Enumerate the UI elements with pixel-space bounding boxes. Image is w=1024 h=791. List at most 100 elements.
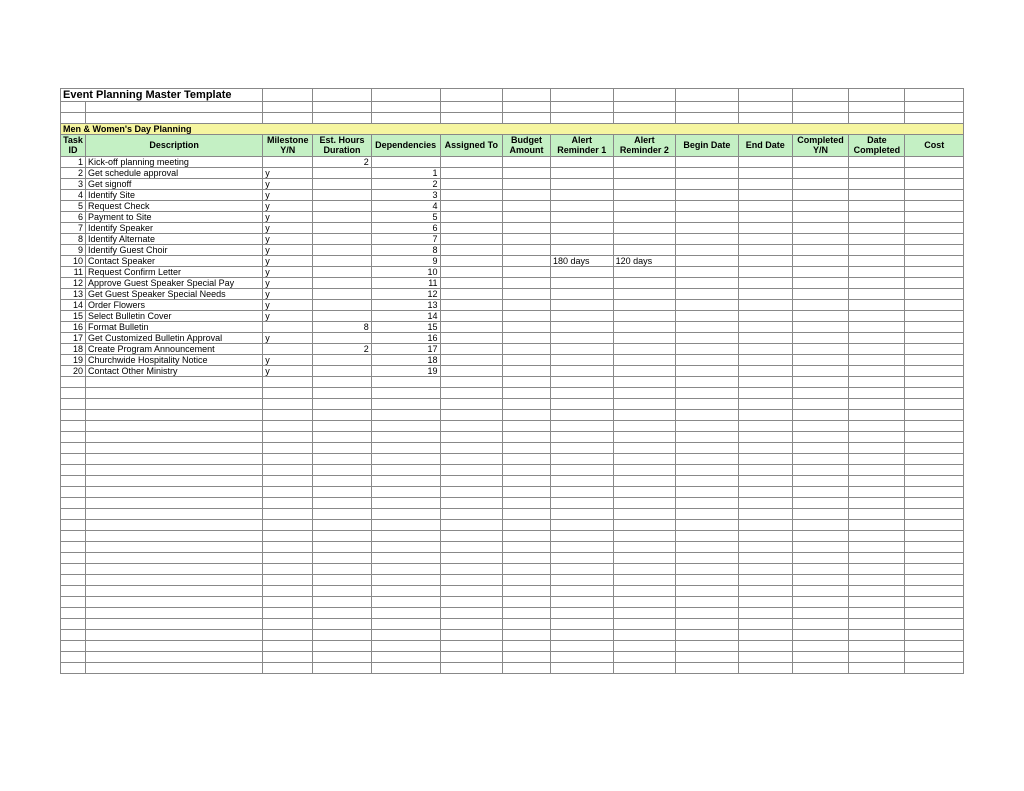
alert-1[interactable]	[551, 355, 614, 366]
cell[interactable]	[792, 619, 848, 630]
alert-2[interactable]	[613, 311, 676, 322]
cell[interactable]	[738, 509, 792, 520]
cell[interactable]	[676, 388, 739, 399]
cell[interactable]	[371, 608, 440, 619]
cell[interactable]	[61, 531, 86, 542]
cell[interactable]	[86, 443, 263, 454]
assigned-to[interactable]	[440, 234, 503, 245]
cell[interactable]	[263, 641, 313, 652]
assigned-to[interactable]	[440, 245, 503, 256]
dependencies[interactable]: 15	[371, 322, 440, 333]
col-header-end[interactable]: End Date	[738, 135, 792, 157]
cell[interactable]	[738, 608, 792, 619]
cost[interactable]	[905, 157, 964, 168]
cell[interactable]	[371, 102, 440, 113]
cell[interactable]	[440, 575, 503, 586]
assigned-to[interactable]	[440, 355, 503, 366]
cell[interactable]	[313, 520, 371, 531]
cell[interactable]	[61, 377, 86, 388]
alert-2[interactable]	[613, 212, 676, 223]
cell[interactable]	[313, 553, 371, 564]
cell[interactable]	[263, 531, 313, 542]
cell[interactable]	[905, 377, 964, 388]
cost[interactable]	[905, 234, 964, 245]
cell[interactable]	[61, 652, 86, 663]
cell[interactable]	[792, 608, 848, 619]
title-cell[interactable]: Event Planning Master Template	[61, 89, 263, 102]
end-date[interactable]	[738, 344, 792, 355]
cell[interactable]	[849, 608, 905, 619]
cell[interactable]	[613, 597, 676, 608]
cell[interactable]	[61, 388, 86, 399]
cell[interactable]	[440, 608, 503, 619]
cell[interactable]	[263, 399, 313, 410]
task-desc[interactable]: Get schedule approval	[86, 168, 263, 179]
cell[interactable]	[792, 630, 848, 641]
alert-1[interactable]: 180 days	[551, 256, 614, 267]
begin-date[interactable]	[676, 168, 739, 179]
alert-1[interactable]	[551, 223, 614, 234]
task-desc[interactable]: Identify Speaker	[86, 223, 263, 234]
cell[interactable]	[613, 542, 676, 553]
cell[interactable]	[613, 465, 676, 476]
cell[interactable]	[676, 619, 739, 630]
cost[interactable]	[905, 201, 964, 212]
task-desc[interactable]: Contact Speaker	[86, 256, 263, 267]
date-completed[interactable]	[849, 223, 905, 234]
completed[interactable]	[792, 234, 848, 245]
begin-date[interactable]	[676, 278, 739, 289]
alert-1[interactable]	[551, 344, 614, 355]
task-id[interactable]: 19	[61, 355, 86, 366]
cell[interactable]	[61, 399, 86, 410]
cell[interactable]	[440, 619, 503, 630]
cell[interactable]	[371, 89, 440, 102]
cost[interactable]	[905, 245, 964, 256]
milestone[interactable]: y	[263, 212, 313, 223]
budget[interactable]	[503, 322, 551, 333]
dependencies[interactable]: 16	[371, 333, 440, 344]
cell[interactable]	[371, 553, 440, 564]
task-id[interactable]: 9	[61, 245, 86, 256]
dependencies[interactable]: 2	[371, 179, 440, 190]
date-completed[interactable]	[849, 289, 905, 300]
cell[interactable]	[263, 564, 313, 575]
cell[interactable]	[551, 553, 614, 564]
task-id[interactable]: 6	[61, 212, 86, 223]
alert-2[interactable]	[613, 157, 676, 168]
cell[interactable]	[551, 89, 614, 102]
cell[interactable]	[86, 102, 263, 113]
cell[interactable]	[263, 432, 313, 443]
cell[interactable]	[613, 432, 676, 443]
cell[interactable]	[849, 410, 905, 421]
cell[interactable]	[738, 113, 792, 124]
cell[interactable]	[551, 630, 614, 641]
date-completed[interactable]	[849, 179, 905, 190]
cell[interactable]	[613, 487, 676, 498]
budget[interactable]	[503, 344, 551, 355]
cell[interactable]	[905, 476, 964, 487]
alert-2[interactable]	[613, 190, 676, 201]
begin-date[interactable]	[676, 344, 739, 355]
budget[interactable]	[503, 212, 551, 223]
cell[interactable]	[738, 432, 792, 443]
cell[interactable]	[849, 663, 905, 674]
end-date[interactable]	[738, 333, 792, 344]
budget[interactable]	[503, 278, 551, 289]
cell[interactable]	[849, 564, 905, 575]
milestone[interactable]: y	[263, 245, 313, 256]
milestone[interactable]: y	[263, 256, 313, 267]
assigned-to[interactable]	[440, 201, 503, 212]
cell[interactable]	[551, 410, 614, 421]
cell[interactable]	[86, 586, 263, 597]
cell[interactable]	[849, 531, 905, 542]
task-desc[interactable]: Identify Alternate	[86, 234, 263, 245]
cell[interactable]	[61, 542, 86, 553]
cell[interactable]	[792, 399, 848, 410]
alert-2[interactable]	[613, 322, 676, 333]
assigned-to[interactable]	[440, 333, 503, 344]
cell[interactable]	[440, 432, 503, 443]
cell[interactable]	[676, 102, 739, 113]
cell[interactable]	[738, 630, 792, 641]
cell[interactable]	[676, 377, 739, 388]
cell[interactable]	[503, 102, 551, 113]
